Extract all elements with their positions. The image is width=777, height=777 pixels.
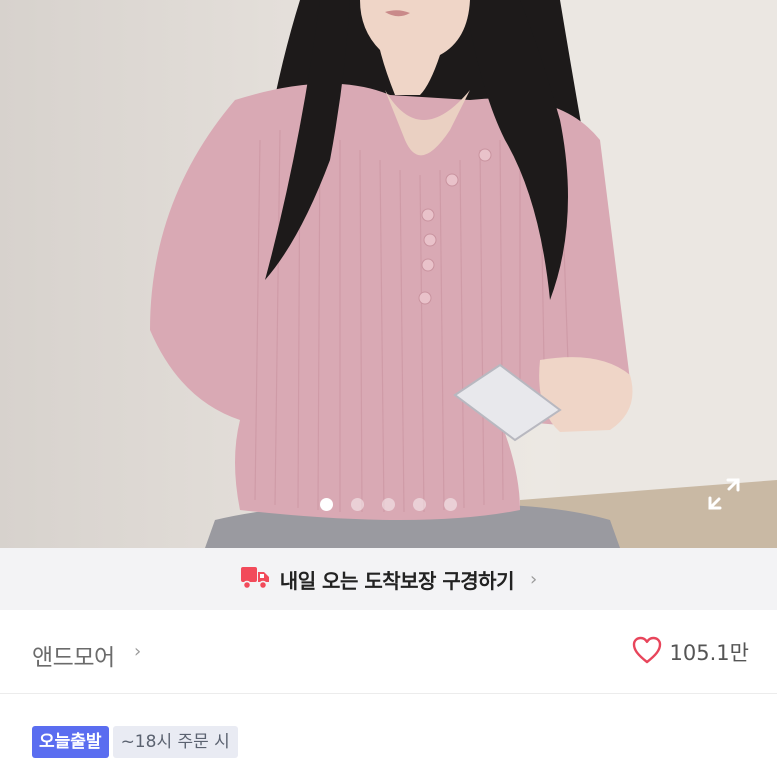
like-button[interactable]: 105.1만	[632, 636, 749, 668]
delivery-banner-text: 내일 오는 도착보장 구경하기	[279, 568, 515, 593]
delivery-truck-icon	[240, 564, 270, 594]
carousel-dot[interactable]	[351, 498, 364, 511]
carousel-dot[interactable]	[444, 498, 457, 511]
carousel-dot[interactable]	[382, 498, 395, 511]
chevron-right-icon: ›	[530, 568, 538, 590]
heart-icon[interactable]	[632, 636, 662, 668]
carousel-dot[interactable]	[413, 498, 426, 511]
product-photo	[150, 0, 777, 548]
shop-row: 앤드모어 › 105.1만	[0, 610, 777, 694]
order-cutoff-badge: ~18시 주문 시	[112, 726, 238, 758]
today-shipping-badge: 오늘출발	[32, 726, 109, 758]
delivery-banner[interactable]: 내일 오는 도착보장 구경하기 ›	[0, 548, 777, 610]
shipping-badges: 오늘출발 ~18시 주문 시	[32, 726, 238, 758]
carousel-dot[interactable]	[320, 498, 333, 511]
product-image[interactable]	[0, 0, 777, 548]
chevron-right-icon[interactable]: ›	[134, 641, 141, 662]
expand-icon[interactable]	[706, 476, 742, 512]
shop-name-link[interactable]: 앤드모어	[32, 638, 115, 672]
carousel-indicator	[0, 498, 777, 511]
like-count: 105.1만	[669, 641, 749, 665]
